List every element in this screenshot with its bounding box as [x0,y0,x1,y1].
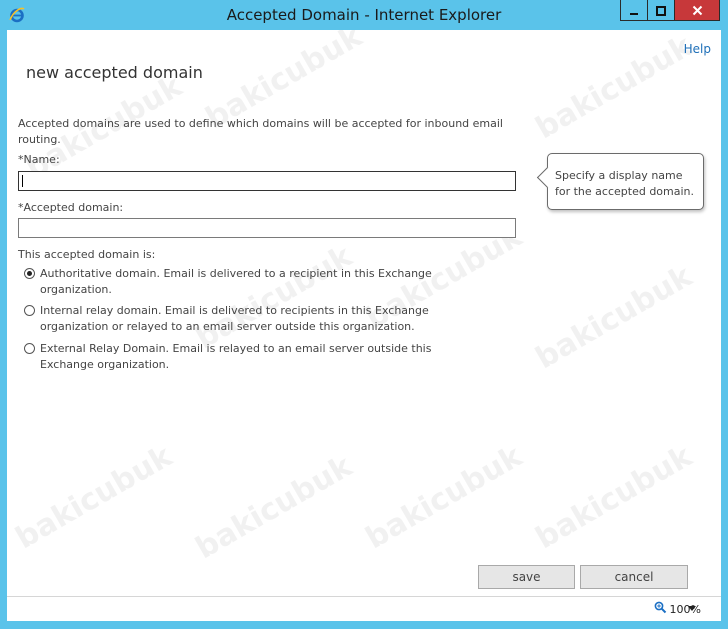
accepted-domain-input[interactable] [18,218,516,238]
form-description: Accepted domains are used to define whic… [18,117,503,146]
text-caret [22,175,23,187]
accepted-domain-label: *Accepted domain: [18,201,124,214]
watermark-text: bakicubuk [529,30,698,147]
zoom-level: 100% [669,602,701,616]
help-link[interactable]: Help [684,42,711,56]
page-title: new accepted domain [26,62,203,82]
maximize-button[interactable] [648,0,675,21]
title-bar: Accepted Domain - Internet Explorer [0,0,728,30]
tooltip-text: Specify a display name for the accepted … [555,169,695,198]
watermark-text: bakicubuk [9,438,178,557]
window-title: Accepted Domain - Internet Explorer [226,6,502,24]
watermark-text: bakicubuk [189,448,358,567]
name-input[interactable] [18,171,516,191]
radio-external-relay[interactable]: External Relay Domain. Email is relayed … [24,341,444,375]
radio-authoritative-label: Authoritative domain. Email is delivered… [40,267,432,296]
window-controls [620,0,720,21]
radio-button[interactable] [24,343,35,354]
radio-button[interactable] [24,268,35,279]
close-icon [692,1,703,20]
name-label: *Name: [18,153,60,166]
domain-type-label: This accepted domain is: [18,248,156,261]
watermark-text: bakicubuk [529,258,698,377]
radio-internal-relay[interactable]: Internal relay domain. Email is delivere… [24,303,444,337]
tooltip-callout: Specify a display name for the accepted … [536,153,704,210]
zoom-icon [654,601,667,617]
save-button[interactable]: save [478,565,575,589]
radio-internal-relay-label: Internal relay domain. Email is delivere… [40,304,429,333]
radio-external-relay-label: External Relay Domain. Email is relayed … [40,342,432,371]
browser-window: Accepted Domain - Internet Explorer baki… [0,0,728,629]
dialog-content: bakicubuk bakicubuk bakicubuk bakicubuk … [7,30,721,596]
watermark-text: bakicubuk [529,438,698,557]
close-button[interactable] [675,0,720,21]
watermark-text: bakicubuk [359,438,528,557]
radio-button[interactable] [24,305,35,316]
status-bar: 100% [7,596,721,621]
minimize-icon [629,1,639,20]
radio-authoritative[interactable]: Authoritative domain. Email is delivered… [24,266,444,300]
minimize-button[interactable] [620,0,648,21]
maximize-icon [656,1,666,20]
cancel-button[interactable]: cancel [580,565,688,589]
chevron-down-icon[interactable] [688,606,696,611]
radio-selected-dot [27,271,32,276]
